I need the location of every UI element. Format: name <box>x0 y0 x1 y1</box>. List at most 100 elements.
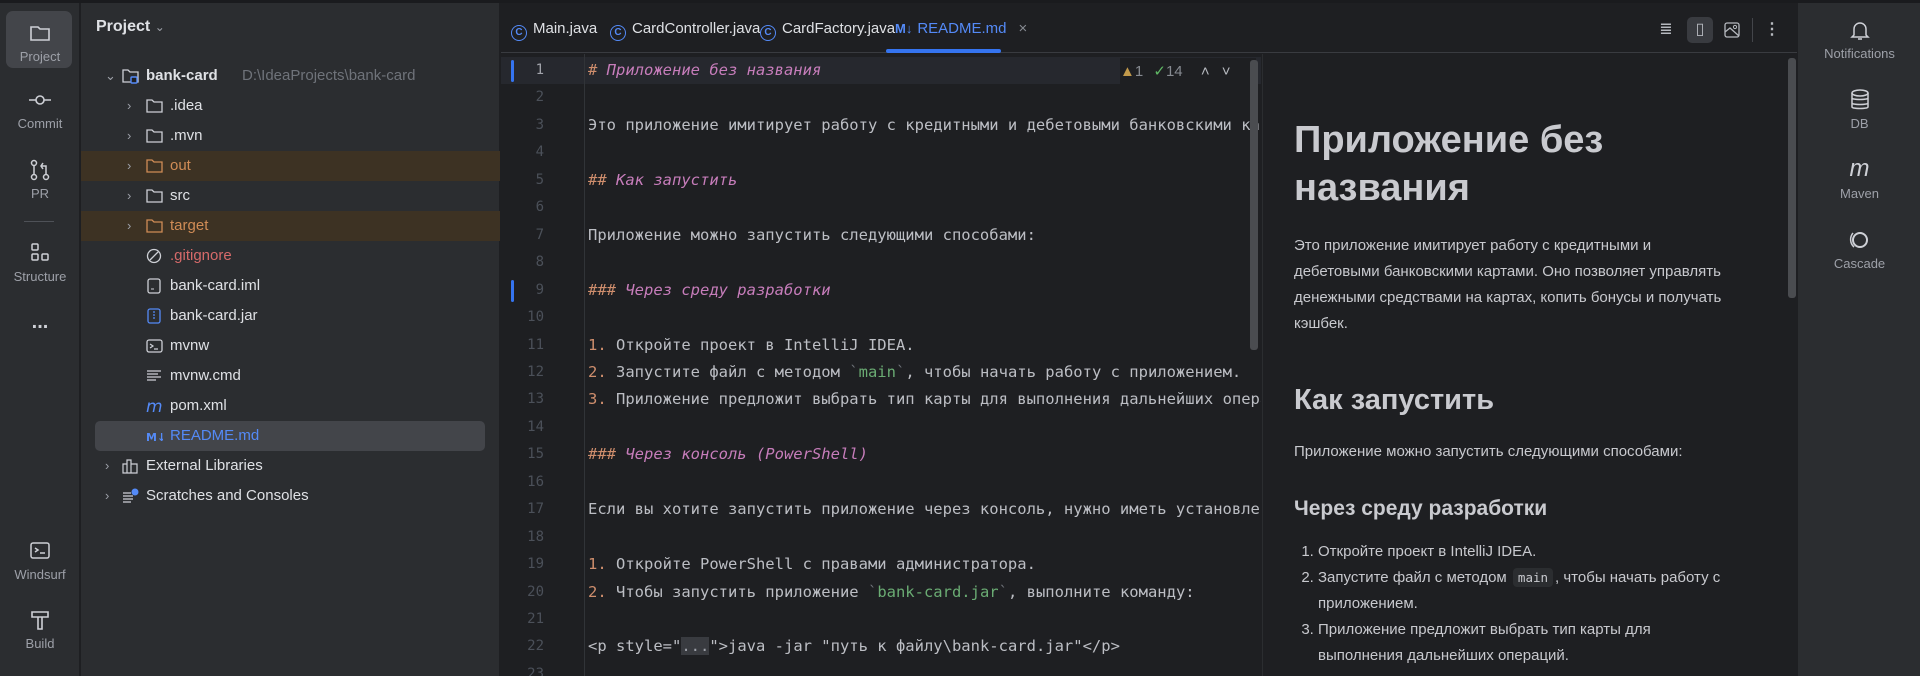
split-view-button[interactable]: ▯ <box>1687 17 1713 43</box>
tool-commit[interactable]: Commit <box>0 88 80 131</box>
code-line[interactable]: 3 Это приложение имитирует работу с креди… <box>501 112 1261 139</box>
tree-item-label: bank-card <box>146 67 218 84</box>
tree-item-mvnw[interactable]: mvnw <box>81 331 500 361</box>
code-token: Если вы хотите запустить приложение чере… <box>588 500 1261 519</box>
change-marker[interactable] <box>511 279 514 302</box>
line-number: 3 <box>535 116 544 133</box>
inspection-widget[interactable]: ▲1 ✓14 ˄ ˅ <box>1120 58 1256 86</box>
tree-item-idea[interactable]: › .idea <box>81 91 500 121</box>
tab-main-java[interactable]: C Main.java <box>511 3 597 53</box>
tool-windsurf[interactable]: Windsurf <box>0 539 80 582</box>
code-line[interactable]: 7 Приложение можно запустить следующими с… <box>501 222 1261 249</box>
tree-external-libraries[interactable]: › External Libraries <box>81 451 500 481</box>
chevron-right-icon[interactable]: › <box>127 99 137 112</box>
folder-icon <box>146 129 163 143</box>
tree-item-label: pom.xml <box>170 397 227 414</box>
tree-item-out[interactable]: › out <box>81 151 500 181</box>
tree-scratches[interactable]: › Scratches and Consoles <box>81 481 500 511</box>
line-text: 1. Откройте проект в IntelliJ IDEA. <box>588 332 915 359</box>
code-token: ### <box>588 280 626 299</box>
code-line[interactable]: 10 <box>501 304 1261 331</box>
tool-cascade[interactable]: Cascade <box>1798 228 1920 271</box>
toolbar-divider <box>24 221 54 222</box>
database-icon <box>1850 89 1869 110</box>
preview-h1: Приложение без названия <box>1294 119 1604 209</box>
tree-item-target[interactable]: › target <box>81 211 500 241</box>
tree-item-mvn[interactable]: › .mvn <box>81 121 500 151</box>
folded-region[interactable]: ... <box>681 637 710 656</box>
line-number: 16 <box>527 473 544 490</box>
editor-only-button[interactable]: ≣ <box>1653 17 1679 43</box>
code-editor[interactable]: 1 # Приложение без названия 2 3 Это приложен… <box>501 54 1261 676</box>
tab-card-factory[interactable]: C CardFactory.java <box>760 3 895 53</box>
line-number: 18 <box>527 528 544 545</box>
excluded-folder-icon <box>146 219 163 233</box>
chevron-right-icon[interactable]: › <box>105 459 115 472</box>
tree-item-src[interactable]: › src <box>81 181 500 211</box>
chevron-right-icon[interactable]: › <box>127 189 137 202</box>
code-line[interactable]: 6 <box>501 194 1261 221</box>
tab-readme[interactable]: M↓ README.md × <box>895 3 1027 53</box>
tree-item-readme-md[interactable]: M↓ README.md <box>81 421 500 451</box>
chevron-right-icon[interactable]: › <box>105 489 115 502</box>
tool-maven[interactable]: m Maven <box>1798 157 1920 202</box>
svg-text:m: m <box>146 398 163 414</box>
preview-only-button[interactable] <box>1719 17 1745 43</box>
tool-pr[interactable]: PR <box>0 158 80 201</box>
more-tools-button[interactable]: ... <box>0 311 80 334</box>
tree-item-label: External Libraries <box>146 457 263 474</box>
code-token: ` <box>998 582 1008 601</box>
code-token: Это приложение имитирует работу с кредит… <box>588 115 1261 134</box>
tool-build[interactable]: Build <box>0 608 80 651</box>
chevron-right-icon[interactable]: › <box>127 219 137 232</box>
code-line[interactable]: 19 1. Откройте PowerShell с правами админ… <box>501 551 1261 578</box>
tree-item-gitignore[interactable]: .gitignore <box>81 241 500 271</box>
code-line[interactable]: 13 3. Приложение предложит выбрать тип ка… <box>501 386 1261 413</box>
line-number: 10 <box>527 309 544 326</box>
code-line[interactable]: 2 <box>501 84 1261 111</box>
code-line[interactable]: 14 <box>501 414 1261 441</box>
code-line[interactable]: 12 2. Запустите файл с методом `main`, чт… <box>501 359 1261 386</box>
project-panel-title[interactable]: Project ⌄ <box>96 18 165 36</box>
tool-structure[interactable]: Structure <box>0 241 80 284</box>
tree-item-bank-card-iml[interactable]: bank-card.iml <box>81 271 500 301</box>
editor-scrollbar[interactable] <box>1250 60 1258 350</box>
module-file-icon <box>147 278 161 294</box>
tool-db[interactable]: DB <box>1798 88 1920 131</box>
tab-card-controller[interactable]: C CardController.java <box>610 3 760 53</box>
code-line[interactable]: 16 <box>501 469 1261 496</box>
preview-paragraph: Приложение можно запустить следующими сп… <box>1294 443 1683 460</box>
chevron-down-icon[interactable]: ⌄ <box>105 69 116 82</box>
change-marker[interactable] <box>511 60 514 82</box>
more-options-button[interactable]: ⋮ <box>1759 17 1785 43</box>
code-line[interactable]: 4 <box>501 139 1261 166</box>
markdown-icon: M↓ <box>146 431 163 444</box>
tree-item-pom-xml[interactable]: m pom.xml <box>81 391 500 421</box>
code-line[interactable]: 18 <box>501 524 1261 551</box>
code-line[interactable]: 22 <p style="...">java -jar "путь к файлу… <box>501 633 1261 660</box>
code-line[interactable]: 15 ### Через консоль (PowerShell) <box>501 441 1261 468</box>
code-line[interactable]: 23 <box>501 661 1261 676</box>
code-line[interactable]: 5 ## Как запустить <box>501 167 1261 194</box>
tree-item-bank-card-jar[interactable]: bank-card.jar <box>81 301 500 331</box>
code-line[interactable]: 8 <box>501 249 1261 276</box>
previous-highlight-icon[interactable]: ˄ <box>1201 63 1210 80</box>
code-line[interactable]: 21 <box>501 606 1261 633</box>
close-tab-icon[interactable]: × <box>1019 20 1028 37</box>
preview-scrollbar[interactable] <box>1788 58 1796 298</box>
tool-notifications[interactable]: Notifications <box>1798 18 1920 61</box>
tool-project[interactable]: Project <box>0 11 80 68</box>
chevron-right-icon[interactable]: › <box>127 129 137 142</box>
code-line[interactable]: 17 Если вы хотите запустить приложение че… <box>501 496 1261 523</box>
tree-item-label: .gitignore <box>170 247 232 264</box>
line-text: Если вы хотите запустить приложение чере… <box>588 496 1261 523</box>
code-line[interactable]: 11 1. Откройте проект в IntelliJ IDEA. <box>501 332 1261 359</box>
code-line[interactable]: 9 ### Через среду разработки <box>501 277 1261 304</box>
code-line[interactable]: 20 2. Чтобы запустить приложение `bank-ca… <box>501 579 1261 606</box>
chevron-right-icon[interactable]: › <box>127 159 137 172</box>
next-highlight-icon[interactable]: ˅ <box>1222 63 1231 80</box>
tree-root-bank-card[interactable]: ⌄ bank-card D:\IdeaProjects\bank-card <box>81 61 500 91</box>
tree-item-mvnw-cmd[interactable]: mvnw.cmd <box>81 361 500 391</box>
code-token: Чтобы запустить приложение <box>616 582 868 601</box>
tree-item-label: target <box>170 217 209 234</box>
